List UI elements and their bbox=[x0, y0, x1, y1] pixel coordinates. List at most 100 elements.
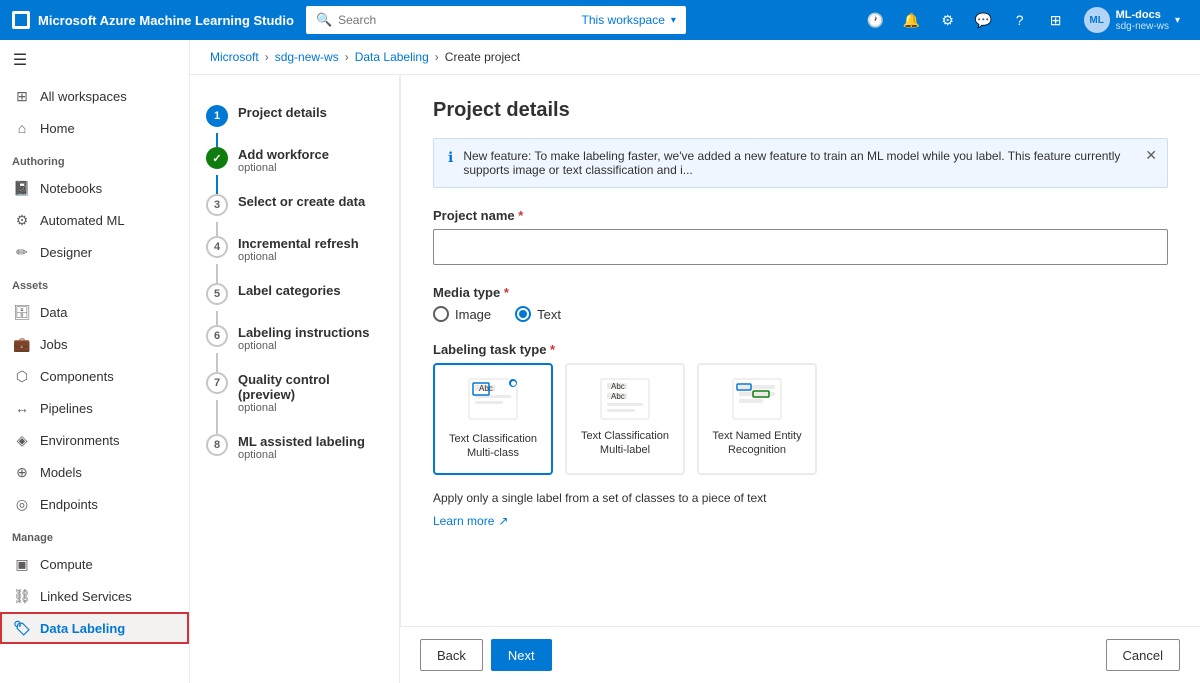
task-card-multi-label[interactable]: Abc Abc Text Classification Multi-label bbox=[565, 363, 685, 475]
sidebar-item-models[interactable]: ⊕ Models bbox=[0, 456, 189, 488]
breadcrumb-microsoft[interactable]: Microsoft bbox=[210, 50, 259, 64]
text-label: Text bbox=[537, 307, 561, 322]
step-1: 1 Project details bbox=[190, 95, 399, 137]
task-card-multi-class-icon-wrapper: Abc bbox=[467, 377, 519, 424]
step-8-number: 8 bbox=[206, 434, 228, 456]
sidebar-item-components[interactable]: ⬡ Components bbox=[0, 360, 189, 392]
task-card-multi-class[interactable]: Abc Text Classification Multi-class bbox=[433, 363, 553, 475]
svg-text:Abc: Abc bbox=[611, 392, 625, 401]
step-4-title: Incremental refresh bbox=[238, 236, 383, 251]
step-7-title: Quality control (preview) bbox=[238, 372, 383, 402]
text-radio-circle bbox=[515, 306, 531, 322]
sidebar-item-pipelines[interactable]: ↔ Pipelines bbox=[0, 392, 189, 424]
sidebar-label-all-workspaces: All workspaces bbox=[40, 89, 127, 104]
sidebar-item-all-workspaces[interactable]: ⊞ All workspaces bbox=[0, 80, 189, 112]
step-7: 7 Quality control (preview) optional bbox=[190, 362, 399, 424]
section-authoring: Authoring bbox=[0, 144, 189, 172]
step-2-subtitle: optional bbox=[238, 162, 383, 174]
media-type-text[interactable]: Text bbox=[515, 306, 561, 322]
sidebar-item-home[interactable]: ⌂ Home bbox=[0, 112, 189, 144]
sidebar-item-endpoints[interactable]: ◎ Endpoints bbox=[0, 488, 189, 520]
user-name: ML-docs bbox=[1116, 9, 1169, 21]
media-type-image[interactable]: Image bbox=[433, 306, 491, 322]
sidebar-item-jobs[interactable]: 💼 Jobs bbox=[0, 328, 189, 360]
task-cards-group: Abc Text Classification Multi-class bbox=[433, 363, 1168, 475]
all-workspaces-icon: ⊞ bbox=[14, 88, 30, 104]
topbar-icons: 🕐 🔔 ⚙ 💬 ? ⊞ ML ML-docs sdg-new-ws ▾ bbox=[860, 3, 1188, 37]
project-panel: Project details ℹ New feature: To make l… bbox=[400, 75, 1200, 626]
step-1-number: 1 bbox=[206, 105, 228, 127]
sidebar-label-models: Models bbox=[40, 465, 82, 480]
topbar: Microsoft Azure Machine Learning Studio … bbox=[0, 0, 1200, 40]
pipelines-icon: ↔ bbox=[14, 400, 30, 416]
project-name-input[interactable] bbox=[433, 229, 1168, 265]
svg-text:Abc: Abc bbox=[479, 384, 493, 393]
external-link-icon: ↗ bbox=[498, 514, 508, 528]
portal-icon[interactable]: ⊞ bbox=[1040, 4, 1072, 36]
back-button[interactable]: Back bbox=[420, 639, 483, 671]
data-icon: 🗄 bbox=[14, 304, 30, 320]
sidebar-label-automated-ml: Automated ML bbox=[40, 213, 125, 228]
search-input[interactable] bbox=[338, 13, 575, 27]
cancel-button[interactable]: Cancel bbox=[1106, 639, 1180, 671]
user-chevron-icon: ▾ bbox=[1175, 15, 1180, 26]
selected-dot bbox=[507, 377, 519, 389]
breadcrumb-workspace[interactable]: sdg-new-ws bbox=[275, 50, 339, 64]
panel-title: Project details bbox=[433, 99, 1168, 122]
step-3-title: Select or create data bbox=[238, 194, 383, 209]
breadcrumb-data-labeling[interactable]: Data Labeling bbox=[355, 50, 429, 64]
step-2: ✓ Add workforce optional bbox=[190, 137, 399, 184]
compute-icon: ▣ bbox=[14, 556, 30, 572]
search-box[interactable]: 🔍 This workspace ▾ bbox=[306, 6, 686, 34]
step-5-info: Label categories bbox=[238, 283, 383, 298]
breadcrumb-sep-2: › bbox=[345, 50, 349, 64]
workspace-selector[interactable]: This workspace bbox=[582, 13, 665, 27]
task-required-star: * bbox=[550, 342, 555, 357]
step-5-number: 5 bbox=[206, 283, 228, 305]
task-card-ner[interactable]: Text Named Entity Recognition bbox=[697, 363, 817, 475]
task-description: Apply only a single label from a set of … bbox=[433, 491, 1168, 505]
sidebar-item-notebooks[interactable]: 📓 Notebooks bbox=[0, 172, 189, 204]
notifications-icon[interactable]: 🔔 bbox=[896, 4, 928, 36]
step-6-subtitle: optional bbox=[238, 340, 383, 352]
breadcrumb-current: Create project bbox=[445, 50, 520, 64]
sidebar-item-automated-ml[interactable]: ⚙ Automated ML bbox=[0, 204, 189, 236]
step-2-info: Add workforce optional bbox=[238, 147, 383, 174]
sidebar-item-compute[interactable]: ▣ Compute bbox=[0, 548, 189, 580]
step-6-title: Labeling instructions bbox=[238, 325, 383, 340]
sidebar-label-data: Data bbox=[40, 305, 67, 320]
environments-icon: ◈ bbox=[14, 432, 30, 448]
sidebar-label-notebooks: Notebooks bbox=[40, 181, 102, 196]
settings-icon[interactable]: ⚙ bbox=[932, 4, 964, 36]
step-6-number: 6 bbox=[206, 325, 228, 347]
next-button[interactable]: Next bbox=[491, 639, 552, 671]
user-menu[interactable]: ML ML-docs sdg-new-ws ▾ bbox=[1076, 3, 1188, 37]
history-icon[interactable]: 🕐 bbox=[860, 4, 892, 36]
sidebar-item-linked-services[interactable]: ⛓ Linked Services bbox=[0, 580, 189, 612]
designer-icon: ✏ bbox=[14, 244, 30, 260]
sidebar-label-home: Home bbox=[40, 121, 75, 136]
sidebar-label-pipelines: Pipelines bbox=[40, 401, 93, 416]
sidebar-item-environments[interactable]: ◈ Environments bbox=[0, 424, 189, 456]
sidebar-item-data[interactable]: 🗄 Data bbox=[0, 296, 189, 328]
workspace-chevron-icon: ▾ bbox=[671, 15, 676, 26]
banner-close-button[interactable]: ✕ bbox=[1145, 147, 1157, 164]
breadcrumb-sep-3: › bbox=[435, 50, 439, 64]
info-icon: ℹ bbox=[448, 149, 453, 166]
learn-more-link[interactable]: Learn more ↗ bbox=[433, 514, 508, 528]
step-3-info: Select or create data bbox=[238, 194, 383, 209]
feedback-icon[interactable]: 💬 bbox=[968, 4, 1000, 36]
sidebar-label-linked-services: Linked Services bbox=[40, 589, 132, 604]
image-radio-circle bbox=[433, 306, 449, 322]
sidebar-label-endpoints: Endpoints bbox=[40, 497, 98, 512]
hamburger-menu-button[interactable]: ☰ bbox=[0, 40, 40, 80]
step-8-subtitle: optional bbox=[238, 449, 383, 461]
sidebar-item-designer[interactable]: ✏ Designer bbox=[0, 236, 189, 268]
sidebar-item-data-labeling[interactable]: 🏷 Data Labeling bbox=[0, 612, 189, 644]
help-icon[interactable]: ? bbox=[1004, 4, 1036, 36]
task-card-multi-label-label: Text Classification Multi-label bbox=[579, 429, 671, 458]
svg-text:Abc: Abc bbox=[611, 382, 625, 391]
step-2-number: ✓ bbox=[206, 147, 228, 169]
labeling-task-label: Labeling task type * bbox=[433, 342, 1168, 357]
step-8-title: ML assisted labeling bbox=[238, 434, 383, 449]
